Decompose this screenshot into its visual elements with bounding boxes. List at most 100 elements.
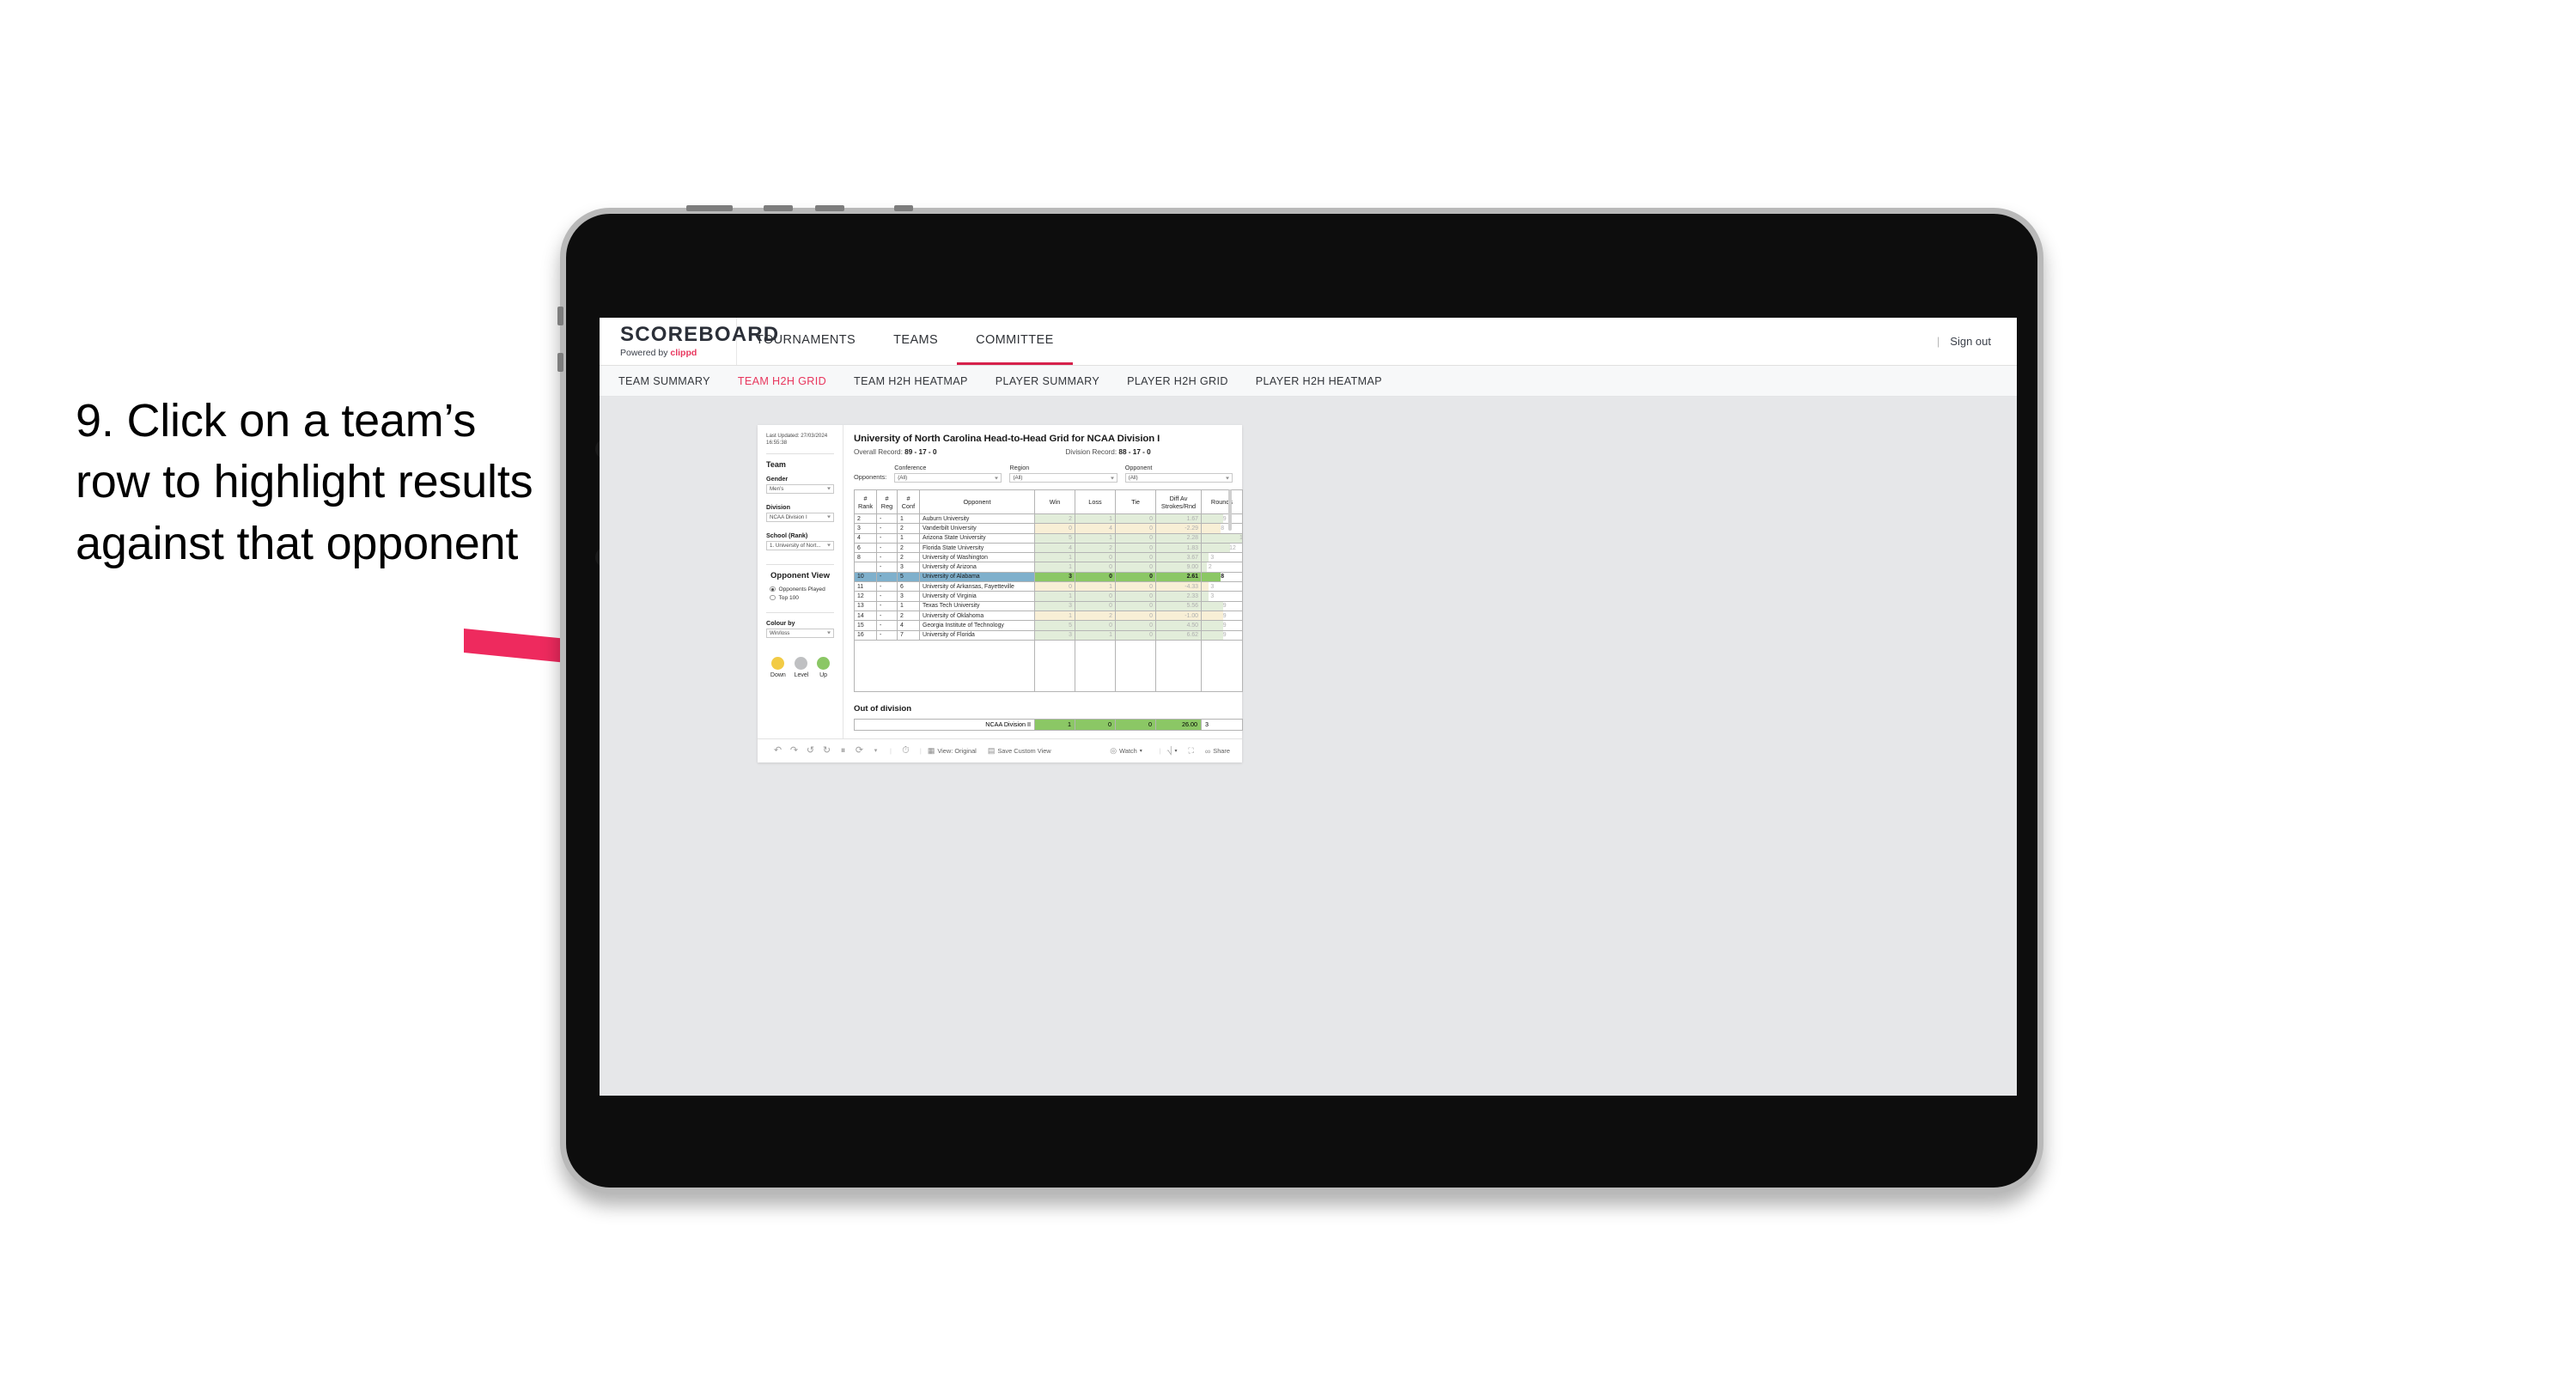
sign-out-link[interactable]: Sign out (1950, 335, 1991, 348)
cell-value: 1 (1109, 583, 1112, 590)
chevron-down-icon: ▾ (1174, 749, 1178, 754)
colour-by-label: Colour by (766, 618, 795, 627)
table-row[interactable]: 4-1Arizona State University5102.2817 (854, 532, 1243, 544)
cell-conf: 1 (897, 532, 920, 544)
division-record-label: Division Record: (1065, 448, 1117, 456)
cell-tie: 0 (1115, 532, 1156, 544)
caret-down-icon[interactable]: ▾ (868, 748, 884, 754)
cell-value: 0 (1149, 554, 1153, 561)
table-row[interactable]: 13-1 Texas Tech University 3 0 0 5.56 9 (854, 600, 1243, 611)
table-row[interactable]: 15-4 Georgia Institute of Technology 5 0 0 4.… (854, 620, 1243, 631)
cell-diff: 1.67 (1155, 513, 1202, 525)
table-row[interactable]: 10-5 University of Alabama 3 0 0 2.61 8 (854, 571, 1243, 583)
cell-tie: 0 (1115, 581, 1156, 592)
gender-select[interactable]: Men’s (766, 483, 834, 494)
tab-player-h2h-heatmap[interactable]: PLAYER H2H HEATMAP (1256, 375, 1382, 387)
column-header-4[interactable]: Win (1034, 489, 1075, 514)
cell-value: 6.62 (1186, 632, 1198, 639)
overall-record-value: 89 - 17 - 0 (904, 448, 937, 456)
column-header-1[interactable]: # Reg (876, 489, 898, 514)
region-select[interactable]: (All) (1009, 473, 1117, 483)
loop-icon[interactable]: ⟳ (851, 746, 868, 756)
cell-rank: 10 (854, 571, 877, 583)
tab-team-h2h-grid[interactable]: TEAM H2H GRID (738, 375, 826, 387)
cell-diff: 4.50 (1155, 620, 1202, 631)
legend-swatch-down-icon (771, 656, 785, 670)
column-header-2[interactable]: # Conf (897, 489, 920, 514)
divider: | (890, 747, 892, 755)
table-row[interactable]: 11-6 University of Arkansas, Fayetteville… (854, 581, 1243, 592)
revert-icon[interactable]: ↺ (802, 746, 819, 756)
fullscreen-button[interactable]: ⛶ (1189, 746, 1194, 756)
alert-clock-icon[interactable]: ⏱ (898, 746, 914, 756)
nav-tournaments[interactable]: TOURNAMENTS (737, 318, 874, 365)
tab-team-summary[interactable]: TEAM SUMMARY (618, 375, 710, 387)
column-header-3[interactable]: Opponent (919, 489, 1035, 514)
grid-panel: University of North Carolina Head-to-Hea… (843, 425, 1243, 738)
conference-select[interactable]: (All) (894, 473, 1002, 483)
column-header-line: Conf (901, 501, 916, 510)
column-header-line: Win (1049, 498, 1061, 506)
tab-player-summary[interactable]: PLAYER SUMMARY (996, 375, 1099, 387)
tab-player-h2h-grid[interactable]: PLAYER H2H GRID (1127, 375, 1228, 387)
column-header-line: Loss (1088, 498, 1102, 506)
tab-team-h2h-heatmap[interactable]: TEAM H2H HEATMAP (854, 375, 968, 387)
undo-icon[interactable]: ↶ (770, 746, 786, 756)
cell-reg: - (876, 513, 898, 525)
device-layout-button[interactable]: ⎷ ▾ (1167, 746, 1178, 756)
nav-committee[interactable]: COMMITTEE (957, 318, 1073, 365)
column-header-8[interactable]: Rounds (1201, 489, 1243, 514)
vertical-scrollbar[interactable] (1228, 489, 1232, 531)
pause-icon[interactable]: ⏸ (835, 746, 851, 756)
table-row[interactable]: 14-2 University of Oklahoma 1 2 0 -1.00 9 (854, 610, 1243, 622)
radio-top-100[interactable]: Top 100 (770, 595, 834, 601)
redo-icon[interactable]: ↷ (786, 746, 802, 756)
view-original-button[interactable]: ▦ View: Original (928, 746, 977, 756)
column-header-line: Rank (857, 501, 874, 510)
column-header-7[interactable]: Diff Av Strokes/Rnd (1155, 489, 1202, 514)
cell-win: 2 (1034, 513, 1075, 525)
cell-rounds: 9 (1201, 620, 1243, 631)
refresh-icon[interactable]: ↻ (819, 746, 835, 756)
ood-label: NCAA Division II (854, 718, 1035, 731)
column-header-6[interactable]: Tie (1115, 489, 1156, 514)
rounds-bar (1202, 534, 1242, 543)
table-row[interactable]: NCAA Division II 1 0 0 26.00 3 (854, 718, 1243, 731)
share-button[interactable]: ∞ Share (1205, 747, 1230, 756)
school-select[interactable]: 1. University of Nort... (766, 540, 834, 550)
opponent-value: (All) (1128, 475, 1138, 481)
table-row[interactable]: -3 University of Arizona 1 0 0 9.00 2 (854, 562, 1243, 573)
radio-opponents-played[interactable]: Opponents Played (770, 586, 834, 592)
cell-win: 1 (1034, 610, 1075, 622)
cell-tie: 0 (1115, 629, 1156, 641)
cell-rounds: 12 (1201, 542, 1243, 554)
cell-rank (854, 562, 877, 573)
legend-item-level: Level (795, 656, 808, 678)
cell-diff: 2.61 (1155, 571, 1202, 583)
cell-value: 4 (1069, 544, 1072, 551)
sub-navigation: TEAM SUMMARY TEAM H2H GRID TEAM H2H HEAT… (600, 366, 2017, 397)
divider: | (1936, 335, 1940, 348)
opponent-select[interactable]: (All) (1124, 473, 1233, 483)
colour-by-select[interactable]: Win/loss (766, 628, 834, 638)
table-row[interactable]: 12-3 University of Virginia 1 0 0 2.33 3 (854, 591, 1243, 602)
cell-value: 1 (1109, 515, 1112, 522)
table-row[interactable]: 6-2 Florida State University 4 2 0 1.83 12 (854, 542, 1243, 554)
cell-reg: - (876, 581, 898, 592)
nav-teams[interactable]: TEAMS (874, 318, 957, 365)
brand-logo[interactable]: SCOREBOARD Powered by clippd (600, 318, 778, 365)
cell-rank: 16 (854, 629, 877, 641)
column-header-5[interactable]: Loss (1075, 489, 1116, 514)
cell-rank: 15 (854, 620, 877, 631)
cell-loss: 0 (1075, 600, 1116, 611)
cell-rounds: 9 (1201, 629, 1243, 641)
table-row[interactable]: 8-2 University of Washington 1 0 0 3.67 3 (854, 552, 1243, 563)
table-row[interactable]: 16-7 University of Florida 3 1 0 6.62 9 (854, 629, 1243, 641)
table-row[interactable]: 2-1 Auburn University 2 1 0 1.67 9 (854, 513, 1243, 525)
cell-loss: 0 (1075, 571, 1116, 583)
division-select[interactable]: NCAA Division I (766, 512, 834, 522)
table-row[interactable]: 3-2 Vanderbilt University 0 4 0 -2.29 8 (854, 523, 1243, 534)
column-header-0[interactable]: # Rank (854, 489, 877, 514)
save-custom-view-button[interactable]: ▤ Save Custom View (988, 746, 1051, 756)
watch-button[interactable]: ◎ Watch ▾ (1110, 746, 1142, 756)
